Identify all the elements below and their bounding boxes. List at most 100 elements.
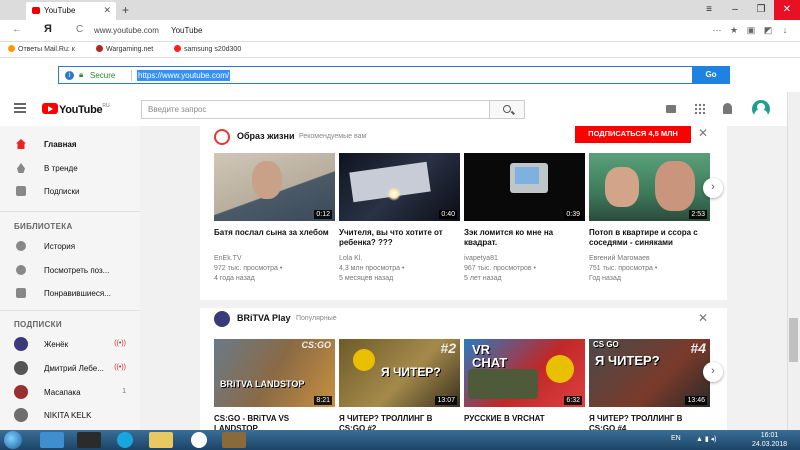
sidebar-item-liked[interactable]: Понравившиеся... <box>0 282 140 304</box>
video-title[interactable]: РУССКИЕ В VRCHAT <box>464 414 585 424</box>
video-channel[interactable]: ivapetya81 <box>464 254 585 263</box>
clock[interactable]: 16:01 24.03.2018 <box>752 431 787 449</box>
video-title[interactable]: Потоп в квартире и ссора с соседями - си… <box>589 228 710 248</box>
close-icon[interactable]: ✕ <box>698 126 708 140</box>
britva-channel-icon[interactable] <box>214 311 230 327</box>
duration-badge: 6:32 <box>564 396 582 405</box>
video-thumbnail[interactable]: CS:GO BRiTVA LANDSTOP 8:21 <box>214 339 335 407</box>
hamburger-menu-icon[interactable] <box>14 103 26 113</box>
search-button[interactable] <box>489 100 525 119</box>
browser-tab[interactable]: YouTube ✕ <box>26 2 116 20</box>
sidebar-item-trending[interactable]: В тренде <box>0 157 140 179</box>
bookmark-item[interactable]: samsung s20d300 <box>174 45 241 53</box>
video-title[interactable]: Учителя, вы что хотите от ребенка? ??? <box>339 228 460 248</box>
youtube-logo[interactable]: YouTubeRU <box>42 103 110 116</box>
upload-video-icon[interactable] <box>666 105 676 113</box>
video-thumbnail[interactable]: #2 Я ЧИТЕР? 13:07 <box>339 339 460 407</box>
video-age: Год назад <box>589 275 621 282</box>
address-bar: ← Я C www.youtube.com YouTube ⋯ ★ ▣ ◩ ↓ <box>0 20 800 42</box>
page-scrollbar[interactable] <box>787 92 800 430</box>
duration-badge: 0:12 <box>314 210 332 219</box>
video-thumbnail[interactable]: CS GO #4 Я ЧИТЕР? 13:46 <box>589 339 710 407</box>
info-icon[interactable]: i <box>65 71 74 80</box>
subscribe-button[interactable]: ПОДПИСАТЬСЯ 4,5 МЛН <box>575 126 691 143</box>
video-title[interactable]: Я ЧИТЕР? ТРОЛЛИНГ В CS:GO #2 <box>339 414 460 430</box>
lock-icon: 🔒︎ <box>79 70 84 79</box>
maximize-button[interactable]: ❐ <box>748 0 774 20</box>
extension-2-icon[interactable]: ◩ <box>761 23 775 37</box>
search-input[interactable]: Введите запрос <box>141 100 490 119</box>
video-thumbnail[interactable]: 0:40 <box>339 153 460 221</box>
sidebar-item-home[interactable]: Главная <box>0 133 140 155</box>
extension-icon[interactable]: ▣ <box>744 23 758 37</box>
video-channel[interactable]: EnEk.TV <box>214 254 335 263</box>
video-title[interactable]: CS:GO - BRiTVA VS LANDSTOP <box>214 414 335 430</box>
subscription-item[interactable]: Женёк ((•)) <box>0 333 140 355</box>
yandex-logo[interactable]: Я <box>44 23 52 35</box>
video-views: 967 тыс. просмотров • <box>464 265 536 272</box>
language-indicator[interactable]: EN <box>671 435 681 442</box>
subscriptions-icon <box>16 186 26 196</box>
subscription-item[interactable]: Дмитрий Лебе... ((•)) <box>0 357 140 379</box>
video-views: 4,3 млн просмотра • <box>339 265 405 272</box>
sidebar-item-watch-later[interactable]: Посмотреть поз... <box>0 259 140 281</box>
youtube-header: YouTubeRU Введите запрос <box>0 92 787 126</box>
video-age: 4 года назад <box>214 275 255 282</box>
subscription-item[interactable]: NIKITA KELK <box>0 404 140 426</box>
bookmark-star-icon[interactable]: ★ <box>727 23 741 37</box>
minimize-button[interactable]: – <box>722 0 748 20</box>
paint-icon[interactable] <box>222 432 246 448</box>
scrollbar-thumb[interactable] <box>789 318 798 362</box>
bookmarks-bar: Ответы Mail.Ru: к Wargaming.net samsung … <box>0 42 800 58</box>
video-thumbnail[interactable]: 0:12 <box>214 153 335 221</box>
more-icon[interactable]: ⋯ <box>710 23 724 37</box>
url-input[interactable]: https://www.youtube.com/ <box>137 70 231 81</box>
browser-menu-button[interactable]: ≡ <box>696 0 722 20</box>
video-title[interactable]: Батя послал сына за хлебом <box>214 228 335 238</box>
next-arrow-button[interactable]: › <box>703 362 723 382</box>
divider <box>131 70 132 81</box>
computer-icon[interactable] <box>40 432 64 448</box>
video-thumbnail[interactable]: 0:39 <box>464 153 585 221</box>
lifestyle-channel-icon[interactable] <box>214 129 230 145</box>
video-age: 5 месяцев назад <box>339 275 394 282</box>
account-avatar[interactable] <box>752 100 770 118</box>
divider <box>0 310 140 311</box>
url-host[interactable]: www.youtube.com <box>94 26 159 35</box>
library-heading: БИБЛИОТЕКА <box>14 222 73 231</box>
video-title[interactable]: Я ЧИТЕР? ТРОЛЛИНГ В CS:GO #4 <box>589 414 710 430</box>
bookmark-item[interactable]: Ответы Mail.Ru: к <box>8 45 75 53</box>
yandex-browser-icon[interactable] <box>191 432 207 448</box>
back-button[interactable]: ← <box>12 24 22 35</box>
apps-grid-icon[interactable] <box>694 103 706 115</box>
app-icon[interactable] <box>77 432 101 448</box>
video-thumbnail[interactable]: 2:53 <box>589 153 710 221</box>
go-button[interactable]: Go <box>692 66 730 84</box>
next-arrow-button[interactable]: › <box>703 178 723 198</box>
notifications-bell-icon[interactable] <box>723 103 732 114</box>
shelf-title[interactable]: BRiTVA Play <box>237 313 291 323</box>
video-title[interactable]: Зэк ломится ко мне на квадрат. <box>464 228 585 248</box>
sidebar-item-history[interactable]: История <box>0 235 140 257</box>
skype-icon[interactable] <box>117 432 133 448</box>
sidebar-item-subscriptions[interactable]: Подписки <box>0 180 140 202</box>
url-page-title[interactable]: YouTube <box>171 26 202 35</box>
tab-close-icon[interactable]: ✕ <box>103 5 111 16</box>
bookmark-item[interactable]: Wargaming.net <box>96 45 153 53</box>
close-icon[interactable]: ✕ <box>698 311 708 325</box>
omnibox[interactable]: i 🔒︎ Secure https://www.youtube.com/ Go <box>58 66 730 84</box>
close-window-button[interactable]: ✕ <box>774 0 800 20</box>
video-thumbnail[interactable]: VR CHAT 6:32 <box>464 339 585 407</box>
video-channel[interactable]: Lola Kl. <box>339 254 460 263</box>
video-channel[interactable]: Евгений Магомаев <box>589 254 710 263</box>
download-icon[interactable]: ↓ <box>778 23 792 37</box>
shelf-title[interactable]: Образ жизни <box>237 131 295 141</box>
channel-avatar <box>14 385 28 399</box>
folder-icon[interactable] <box>149 432 173 448</box>
reload-icon[interactable]: C <box>76 24 83 35</box>
new-tab-button[interactable]: + <box>122 3 129 17</box>
start-button[interactable] <box>4 431 22 449</box>
subscription-item[interactable]: Масапака 1 <box>0 381 140 403</box>
shelf-subtitle: Популярные <box>296 315 337 322</box>
yandex-icon <box>174 45 181 52</box>
